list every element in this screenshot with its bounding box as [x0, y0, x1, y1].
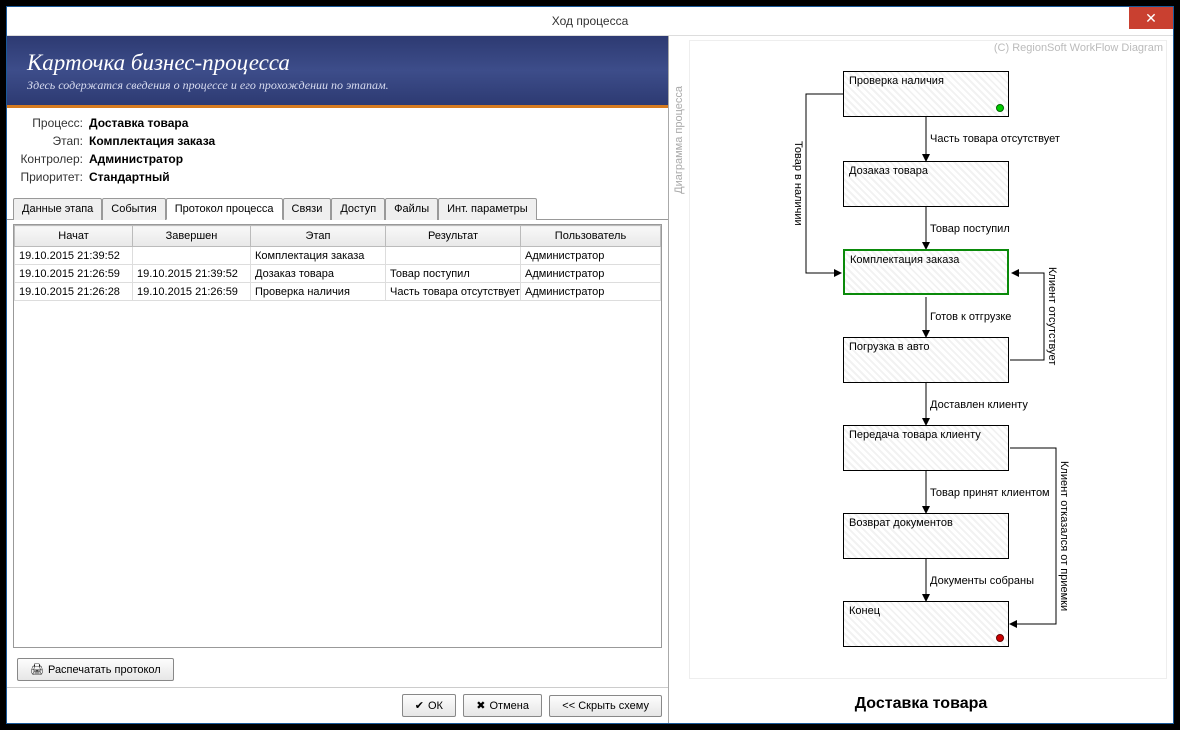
tab-stage-data[interactable]: Данные этапа [13, 198, 102, 220]
edge-label: Документы собраны [930, 575, 1034, 587]
content: Карточка бизнес-процесса Здесь содержатс… [7, 36, 1173, 723]
printer-icon: 🖨 [30, 663, 44, 676]
tabs: Данные этапа События Протокол процесса С… [7, 198, 668, 220]
edge-label: Готов к отгрузке [930, 311, 1011, 323]
page-title: Карточка бизнес-процесса [27, 50, 648, 76]
tab-access[interactable]: Доступ [331, 198, 385, 220]
edge-label: Товар поступил [930, 223, 1010, 235]
titlebar: Ход процесса ✕ [7, 7, 1173, 36]
flow-node-picking[interactable]: Комплектация заказа [843, 249, 1009, 295]
tab-links[interactable]: Связи [283, 198, 332, 220]
diagram-side-label: Диаграмма процесса [673, 86, 685, 194]
priority-label: Приоритет: [17, 170, 83, 184]
info-block: Процесс: Доставка товара Этап: Комплекта… [7, 108, 668, 194]
window-title: Ход процесса [7, 14, 1173, 28]
process-value: Доставка товара [89, 116, 188, 130]
flow-node-end[interactable]: Конец [843, 601, 1009, 647]
cancel-button[interactable]: ✖ Отмена [463, 694, 542, 717]
tab-files[interactable]: Файлы [385, 198, 438, 220]
process-label: Процесс: [17, 116, 83, 130]
check-icon: ✔ [415, 699, 424, 712]
header-banner: Карточка бизнес-процесса Здесь содержатс… [7, 36, 668, 108]
edge-label: Клиент отсутствует [1046, 267, 1058, 365]
edge-label: Клиент отказался от приемки [1058, 461, 1070, 611]
end-dot-icon [996, 634, 1004, 642]
edge-label: Доставлен клиенту [930, 399, 1028, 411]
footer-buttons: ✔ ОК ✖ Отмена << Скрыть схему [7, 687, 668, 723]
flow-node-check-stock[interactable]: Проверка наличия [843, 71, 1009, 117]
tab-events[interactable]: События [102, 198, 165, 220]
tab-protocol[interactable]: Протокол процесса [166, 198, 283, 220]
priority-value: Стандартный [89, 170, 170, 184]
table-row[interactable]: 19.10.2015 21:39:52 Комплектация заказа … [15, 247, 661, 265]
table-row[interactable]: 19.10.2015 21:26:59 19.10.2015 21:39:52 … [15, 265, 661, 283]
col-finished[interactable]: Завершен [133, 226, 251, 247]
stage-label: Этап: [17, 134, 83, 148]
edge-label: Часть товара отсутствует [930, 133, 1060, 145]
protocol-table-container[interactable]: Начат Завершен Этап Результат Пользовате… [13, 224, 662, 648]
edge-label: Товар принят клиентом [930, 487, 1050, 499]
tab-int-params[interactable]: Инт. параметры [438, 198, 537, 220]
stage-value: Комплектация заказа [89, 134, 215, 148]
left-pane: Карточка бизнес-процесса Здесь содержатс… [7, 36, 669, 723]
hide-scheme-button[interactable]: << Скрыть схему [549, 695, 662, 717]
flow-node-loading[interactable]: Погрузка в авто [843, 337, 1009, 383]
diagram-title: Доставка товара [669, 695, 1173, 713]
diagram-pane: Диаграмма процесса (C) RegionSoft WorkFl… [669, 36, 1173, 723]
controller-label: Контролер: [17, 152, 83, 166]
protocol-table: Начат Завершен Этап Результат Пользовате… [14, 225, 661, 605]
diagram-area[interactable]: Проверка наличия Дозаказ товара Комплект… [689, 40, 1167, 679]
col-result[interactable]: Результат [386, 226, 521, 247]
col-user[interactable]: Пользователь [521, 226, 661, 247]
app-window: Ход процесса ✕ Карточка бизнес-процесса … [6, 6, 1174, 724]
controller-value: Администратор [89, 152, 183, 166]
ok-button[interactable]: ✔ ОК [402, 694, 456, 717]
table-buttons: 🖨 Распечатать протокол [7, 652, 668, 687]
col-started[interactable]: Начат [15, 226, 133, 247]
cancel-icon: ✖ [476, 699, 485, 712]
flow-node-handover[interactable]: Передача товара клиенту [843, 425, 1009, 471]
flow-node-return-docs[interactable]: Возврат документов [843, 513, 1009, 559]
close-icon: ✕ [1145, 10, 1157, 27]
edge-label: Товар в наличии [792, 141, 804, 226]
flow-node-reorder[interactable]: Дозаказ товара [843, 161, 1009, 207]
print-protocol-button[interactable]: 🖨 Распечатать протокол [17, 658, 174, 681]
start-dot-icon [996, 104, 1004, 112]
col-stage[interactable]: Этап [251, 226, 386, 247]
table-row[interactable]: 19.10.2015 21:26:28 19.10.2015 21:26:59 … [15, 283, 661, 301]
close-button[interactable]: ✕ [1129, 7, 1173, 29]
page-subtitle: Здесь содержатся сведения о процессе и е… [27, 78, 648, 93]
